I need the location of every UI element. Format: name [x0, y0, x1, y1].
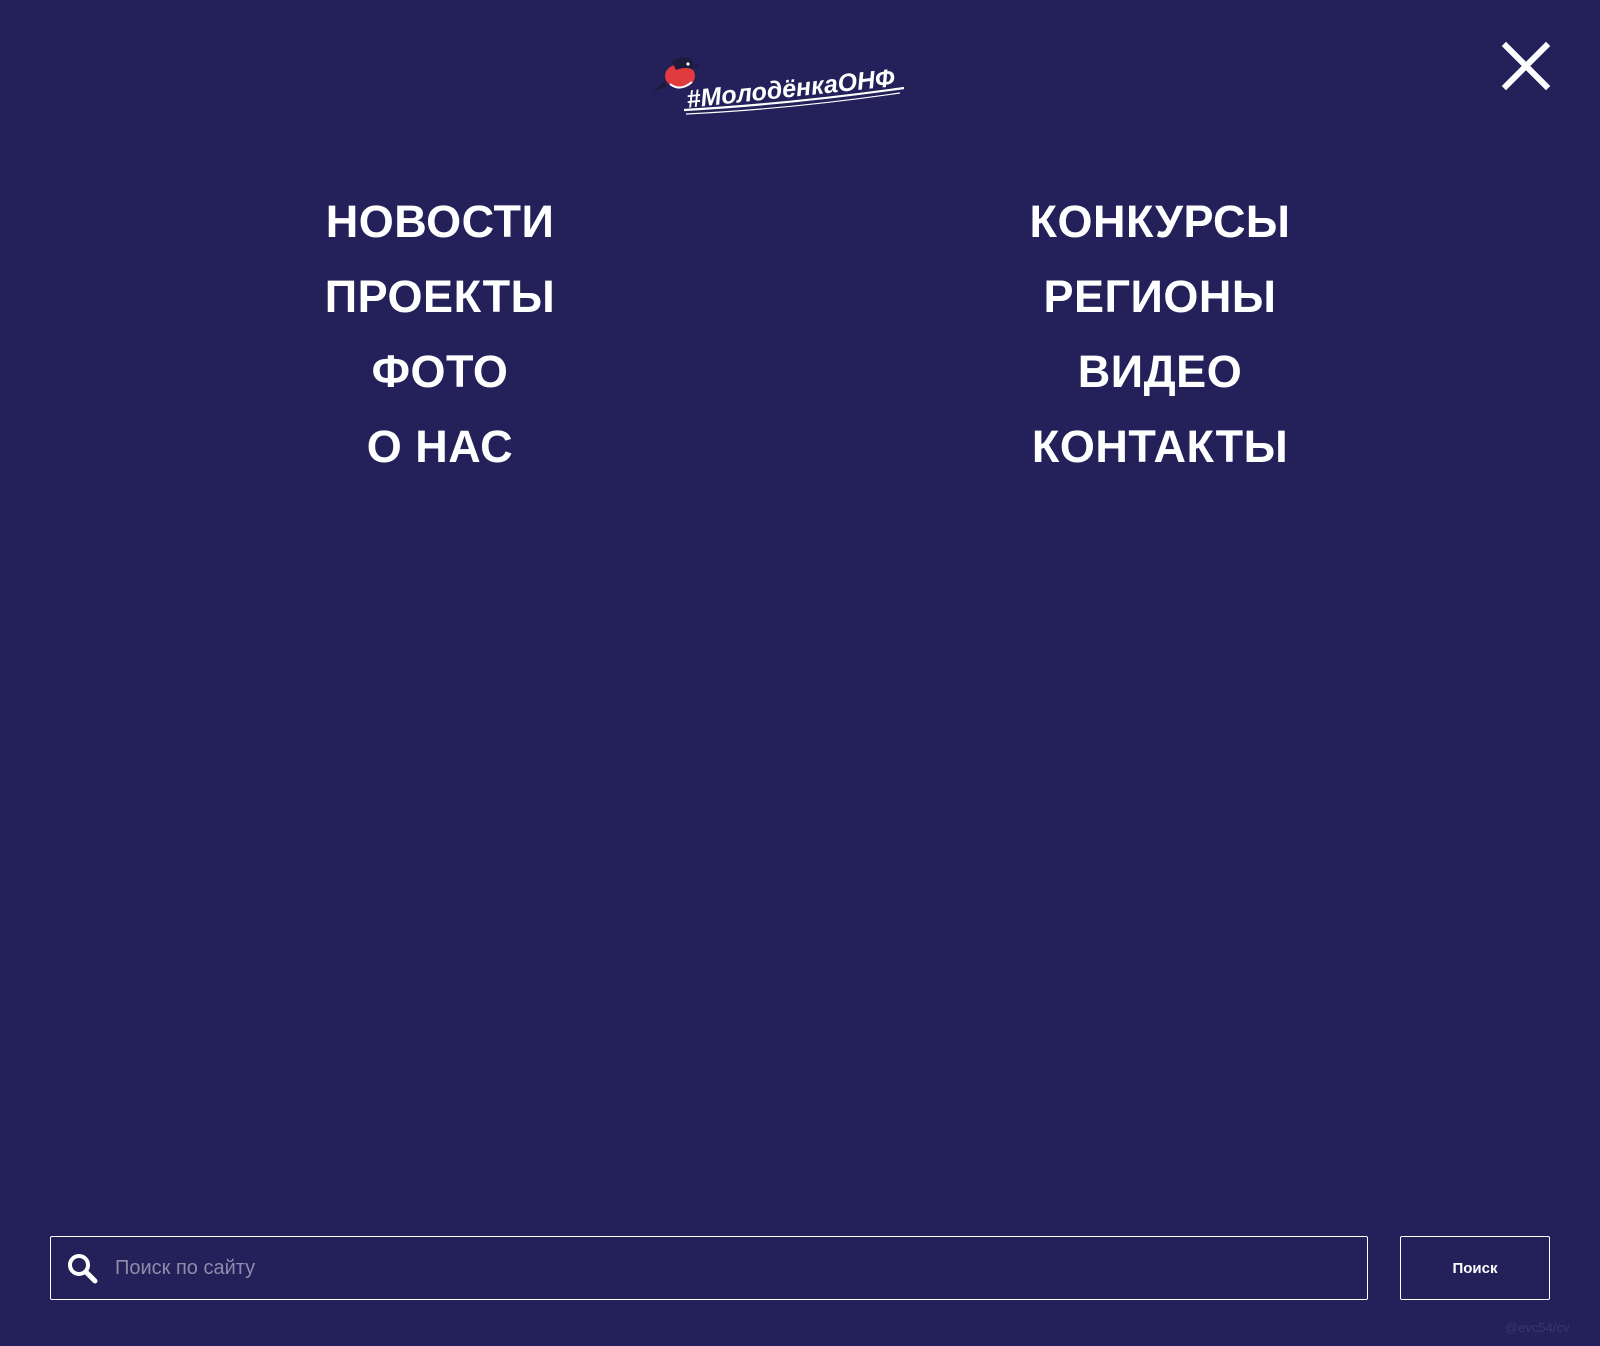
nav-column-left: НОВОСТИ ПРОЕКТЫ ФОТО О НАС: [180, 184, 700, 484]
nav-item-contacts[interactable]: КОНТАКТЫ: [1032, 409, 1288, 484]
search-input[interactable]: [113, 1239, 1351, 1297]
nav-item-news[interactable]: НОВОСТИ: [326, 184, 555, 259]
search-button[interactable]: Поиск: [1400, 1236, 1550, 1300]
watermark: @evc54/cv: [1505, 1320, 1570, 1335]
nav-item-contests[interactable]: КОНКУРСЫ: [1030, 184, 1291, 259]
site-logo[interactable]: #МолодёнкаОНФ: [650, 48, 920, 118]
close-button[interactable]: [1498, 38, 1554, 94]
nav-item-video[interactable]: ВИДЕО: [1078, 334, 1242, 409]
nav-item-projects[interactable]: ПРОЕКТЫ: [325, 259, 555, 334]
menu-overlay: #МолодёнкаОНФ НОВОСТИ ПРОЕКТЫ ФОТО О НАС…: [0, 0, 1600, 1346]
nav-column-right: КОНКУРСЫ РЕГИОНЫ ВИДЕО КОНТАКТЫ: [900, 184, 1420, 484]
bullfinch-logo-icon: #МолодёнкаОНФ: [652, 57, 905, 115]
nav-item-regions[interactable]: РЕГИОНЫ: [1044, 259, 1277, 334]
close-icon: [1501, 41, 1551, 91]
search-icon: [68, 1254, 98, 1284]
nav-item-about[interactable]: О НАС: [367, 409, 513, 484]
nav-item-photo[interactable]: ФОТО: [372, 334, 509, 409]
search-box: [50, 1236, 1368, 1300]
